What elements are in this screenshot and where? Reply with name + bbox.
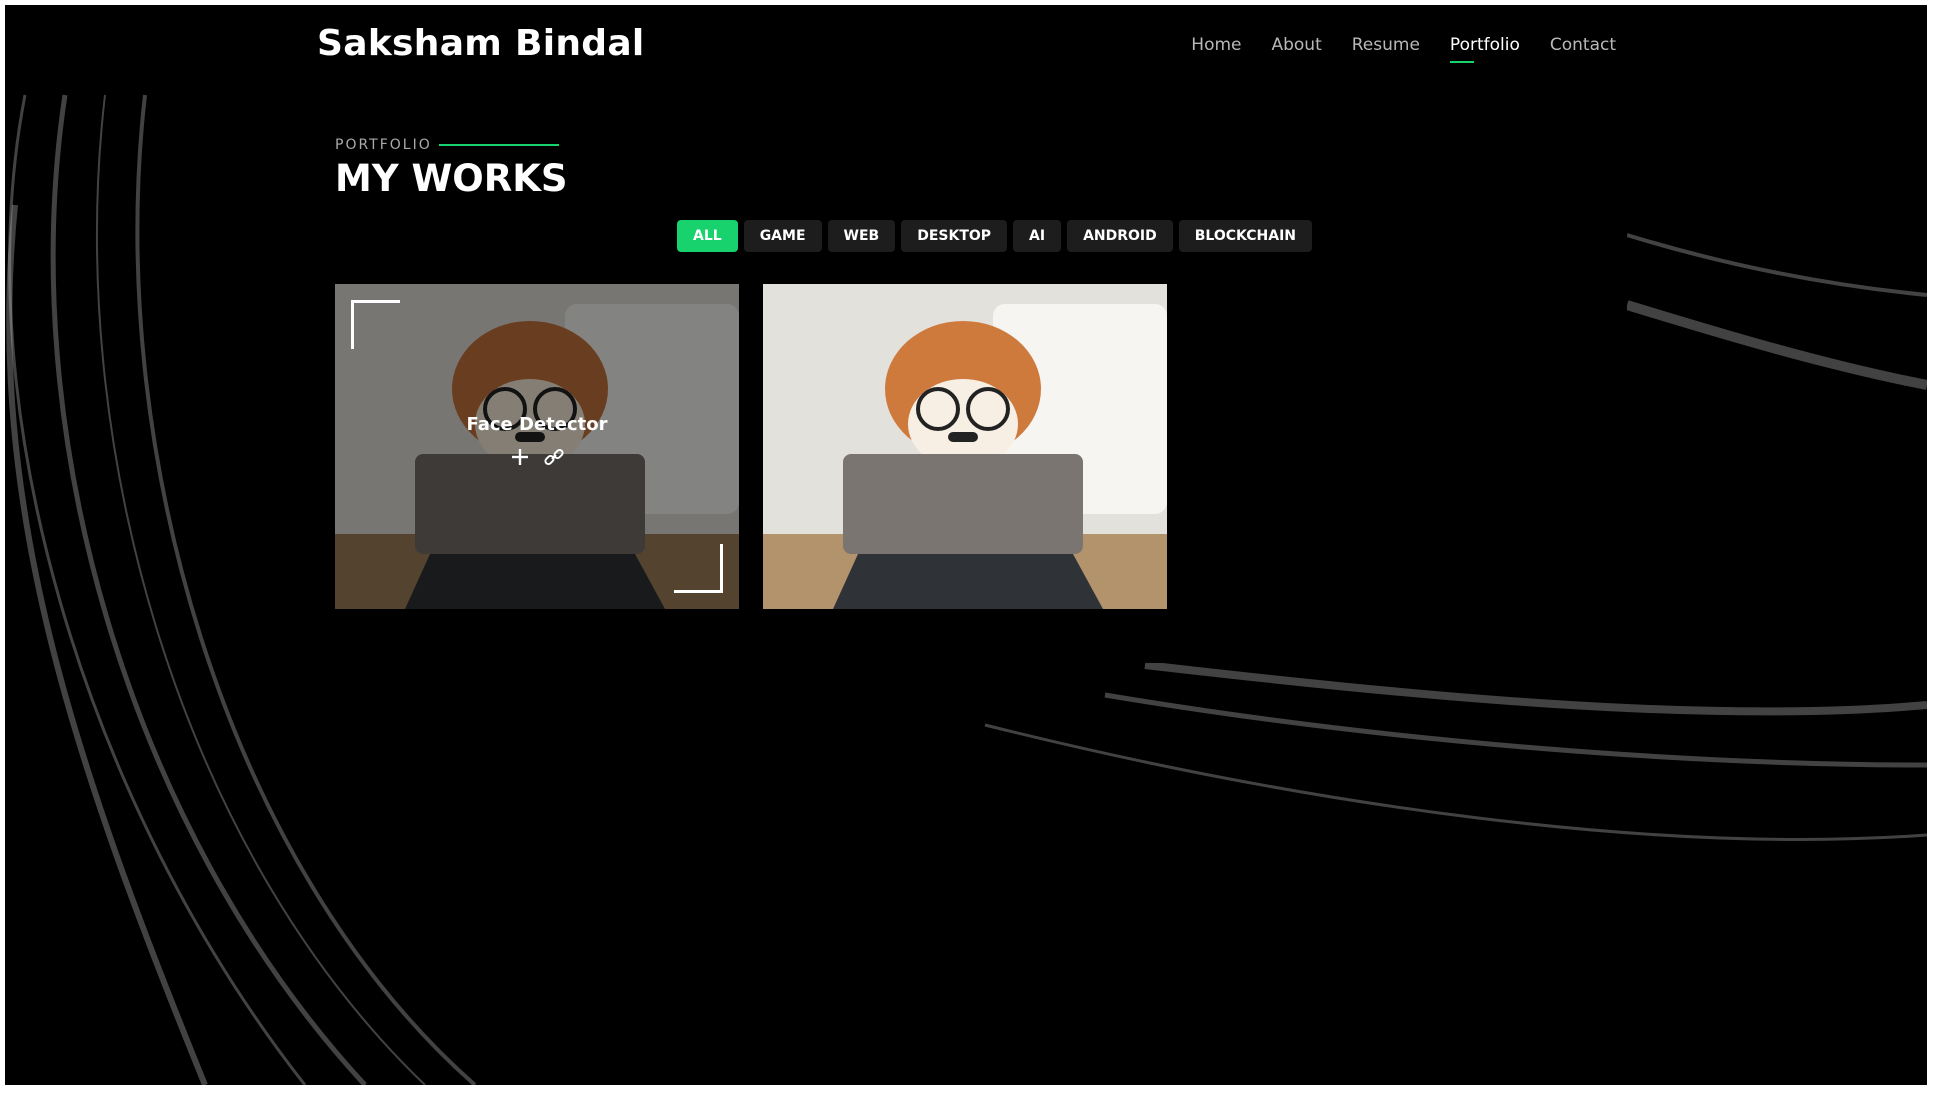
portfolio-section: PORTFOLIO MY WORKS ALL GAME WEB DESKTOP …: [305, 105, 1627, 663]
portfolio-card[interactable]: [763, 284, 1167, 609]
main-nav: Home About Resume Portfolio Contact: [1191, 35, 1616, 63]
nav-home[interactable]: Home: [1191, 35, 1241, 63]
portfolio-filters: ALL GAME WEB DESKTOP AI ANDROID BLOCKCHA…: [677, 220, 1313, 252]
eyebrow-divider: [439, 144, 559, 146]
project-thumbnail: [763, 284, 1167, 609]
filter-desktop[interactable]: DESKTOP: [901, 220, 1008, 252]
filter-android[interactable]: ANDROID: [1067, 220, 1173, 252]
section-title: MY WORKS: [335, 157, 568, 200]
card-actions: [335, 446, 739, 468]
card-title: Face Detector: [466, 414, 608, 435]
portfolio-card[interactable]: Face Detector: [335, 284, 739, 609]
top-navigation-bar: Saksham Bindal Home About Resume Portfol…: [5, 5, 1927, 85]
filter-web[interactable]: WEB: [827, 220, 896, 252]
nav-about[interactable]: About: [1271, 35, 1321, 63]
site-brand[interactable]: Saksham Bindal: [317, 23, 645, 64]
link-icon[interactable]: [543, 446, 565, 468]
nav-portfolio[interactable]: Portfolio: [1449, 35, 1520, 63]
filter-game[interactable]: GAME: [743, 220, 822, 252]
page-frame: Saksham Bindal Home About Resume Portfol…: [5, 5, 1927, 1085]
nav-contact[interactable]: Contact: [1550, 35, 1616, 63]
corner-frame-bottom-right: [674, 544, 723, 593]
section-eyebrow: PORTFOLIO: [335, 137, 432, 153]
filter-all[interactable]: ALL: [677, 220, 738, 252]
corner-frame-top-left: [351, 300, 400, 349]
filter-blockchain[interactable]: BLOCKCHAIN: [1178, 220, 1313, 252]
nav-resume[interactable]: Resume: [1352, 35, 1420, 63]
filter-ai[interactable]: AI: [1013, 220, 1062, 252]
plus-icon[interactable]: [509, 446, 531, 468]
